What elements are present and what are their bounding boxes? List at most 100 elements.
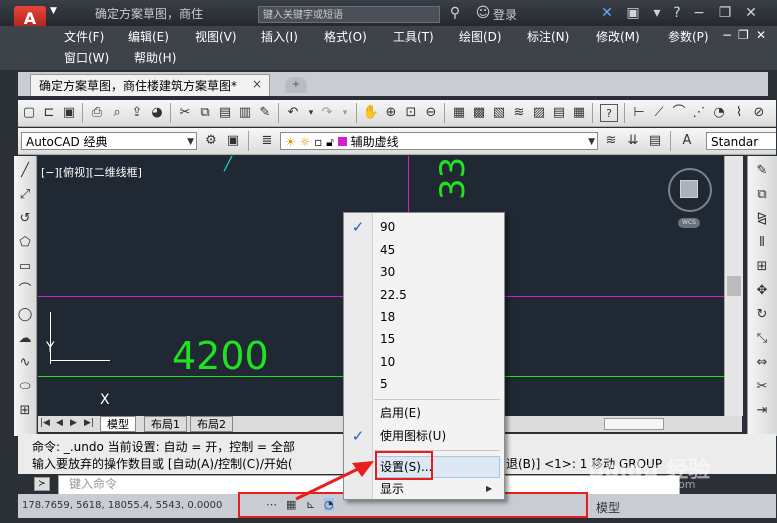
aligned-dimension-icon[interactable]: ⟋	[650, 104, 668, 122]
paste-special-icon[interactable]: ▥	[236, 104, 254, 122]
text-style-select[interactable]: Standar	[706, 132, 776, 150]
app-store-icon[interactable]: ▣	[624, 4, 642, 22]
menu-tools[interactable]: 工具(T)	[393, 28, 434, 46]
menu-view[interactable]: 视图(V)	[195, 28, 237, 46]
polyline-icon[interactable]: ↺	[16, 210, 34, 228]
menu-edit[interactable]: 编辑(E)	[128, 28, 169, 46]
next-layout-icon[interactable]: ▶	[70, 418, 77, 428]
help-dropdown-icon[interactable]: ▾	[648, 4, 666, 22]
publish-icon[interactable]: ⇪	[128, 104, 146, 122]
menu-format[interactable]: 格式(O)	[324, 28, 367, 46]
menu-item-angle-45[interactable]: 45	[380, 240, 395, 260]
help-icon[interactable]: ?	[668, 4, 686, 22]
first-layout-icon[interactable]: |◀	[40, 418, 50, 428]
rectangle-icon[interactable]: ▭	[16, 258, 34, 276]
menubar-close-icon[interactable]: ✕	[756, 28, 766, 42]
undo-icon[interactable]: ↶	[284, 104, 302, 122]
match-properties-icon[interactable]: ✎	[256, 104, 274, 122]
radius-icon[interactable]: ◔	[710, 104, 728, 122]
make-current-layer-icon[interactable]: ≋	[602, 132, 620, 150]
menu-item-enable[interactable]: 启用(E)	[380, 403, 421, 423]
menu-dimension[interactable]: 标注(N)	[527, 28, 569, 46]
layer-select[interactable]: ☀ ☼ ▫ 🔓︎ 辅助虚线 ▼	[280, 132, 598, 150]
properties-icon[interactable]: ▦	[450, 104, 468, 122]
menu-file[interactable]: 文件(F)	[64, 28, 104, 46]
layer-previous-icon[interactable]: ⇊	[624, 132, 642, 150]
coordinates-readout[interactable]: 178.7659, 5618, 18055.4, 5543, 0.0000	[22, 500, 222, 511]
arc-length-icon[interactable]: ⌒	[670, 104, 688, 122]
menu-insert[interactable]: 插入(I)	[261, 28, 298, 46]
last-layout-icon[interactable]: ▶|	[84, 418, 94, 428]
scale-icon[interactable]: ⤡	[753, 330, 771, 348]
model-space-label[interactable]: 模型	[596, 499, 620, 516]
menu-modify[interactable]: 修改(M)	[596, 28, 640, 46]
pan-icon[interactable]: ✋	[362, 104, 380, 122]
open-file-icon[interactable]: ⊏	[40, 104, 58, 122]
tab-model[interactable]: 模型	[100, 416, 136, 432]
stretch-icon[interactable]: ⇔	[753, 354, 771, 372]
3d-dwf-icon[interactable]: ◕	[148, 104, 166, 122]
menu-item-angle-30[interactable]: 30	[380, 262, 395, 282]
viewport-label[interactable]: [−][俯视][二维线框]	[41, 164, 142, 180]
paste-icon[interactable]: ▤	[216, 104, 234, 122]
array-icon[interactable]: ⊞	[753, 258, 771, 276]
menu-item-angle-10[interactable]: 10	[380, 352, 395, 372]
new-file-icon[interactable]: ▢	[20, 104, 38, 122]
viewcube-face[interactable]	[680, 180, 698, 198]
insert-block-icon[interactable]: ⊞	[16, 402, 34, 420]
user-icon[interactable]: ☺	[474, 4, 492, 22]
cut-icon[interactable]: ✂	[176, 104, 194, 122]
polygon-icon[interactable]: ⬠	[16, 234, 34, 252]
menu-item-use-icons[interactable]: 使用图标(U)	[380, 426, 446, 446]
layer-state-icon[interactable]: ▤	[646, 132, 664, 150]
copy-object-icon[interactable]: ⧉	[753, 186, 771, 204]
prev-layout-icon[interactable]: ◀	[56, 418, 63, 428]
ordinate-icon[interactable]: ⋰	[690, 104, 708, 122]
redo-icon[interactable]: ↷	[318, 104, 336, 122]
save-icon[interactable]: ▣	[60, 104, 78, 122]
login-link[interactable]: 登录	[493, 6, 517, 23]
restore-icon[interactable]: ❐	[716, 4, 734, 22]
menu-help[interactable]: 帮助(H)	[134, 49, 176, 67]
markup-icon[interactable]: ▨	[530, 104, 548, 122]
menu-parametric[interactable]: 参数(P)	[668, 28, 709, 46]
zoom-previous-icon[interactable]: ⊖	[422, 104, 440, 122]
wcs-menu[interactable]: WCS	[678, 218, 700, 228]
line-icon[interactable]: ╱	[16, 162, 34, 180]
menu-item-display[interactable]: 显示	[380, 479, 404, 499]
text-style-icon[interactable]: A	[678, 132, 696, 150]
menu-item-angle-90[interactable]: 90	[380, 217, 395, 237]
ellipse-icon[interactable]: ⬭	[16, 378, 34, 396]
menu-item-angle-22-5[interactable]: 22.5	[380, 285, 407, 305]
extend-icon[interactable]: ⇥	[753, 402, 771, 420]
menu-item-angle-18[interactable]: 18	[380, 307, 395, 327]
exchange-icon[interactable]: ✕	[598, 4, 616, 22]
vertical-scroll-thumb[interactable]	[727, 276, 741, 296]
close-icon[interactable]: ✕	[742, 4, 760, 22]
minimize-icon[interactable]: −	[690, 4, 708, 22]
menu-draw[interactable]: 绘图(D)	[459, 28, 502, 46]
erase-icon[interactable]: ✎	[753, 162, 771, 180]
menu-window[interactable]: 窗口(W)	[64, 49, 109, 67]
mirror-icon[interactable]: ⧎	[753, 210, 771, 228]
quickcalc-icon[interactable]: ▤	[550, 104, 568, 122]
workspace-select[interactable]: AutoCAD 经典 ▼	[21, 132, 197, 150]
vertical-scrollbar[interactable]	[724, 156, 743, 416]
search-input[interactable]: 键入关键字或短语	[258, 6, 440, 23]
plot-preview-icon[interactable]: ⌕	[108, 104, 126, 122]
help-icon[interactable]: ?	[600, 104, 618, 122]
tab-layout1[interactable]: 布局1	[144, 416, 187, 432]
linear-dimension-icon[interactable]: ⊢	[630, 104, 648, 122]
new-tab-button[interactable]: +	[285, 77, 307, 93]
construction-line-icon[interactable]: ⤢	[16, 186, 34, 204]
design-center-icon[interactable]: ▩	[470, 104, 488, 122]
revision-cloud-icon[interactable]: ☁	[16, 330, 34, 348]
menubar-restore-icon[interactable]: ❐	[738, 28, 749, 42]
arc-icon[interactable]: ⌒	[16, 282, 34, 300]
plot-icon[interactable]: ⎙	[88, 104, 106, 122]
spline-icon[interactable]: ∿	[16, 354, 34, 372]
zoom-window-icon[interactable]: ⊡	[402, 104, 420, 122]
tab-layout2[interactable]: 布局2	[190, 416, 233, 432]
calculator-icon[interactable]: ▦	[570, 104, 588, 122]
workspace-settings-gear-icon[interactable]: ⚙	[202, 132, 220, 150]
